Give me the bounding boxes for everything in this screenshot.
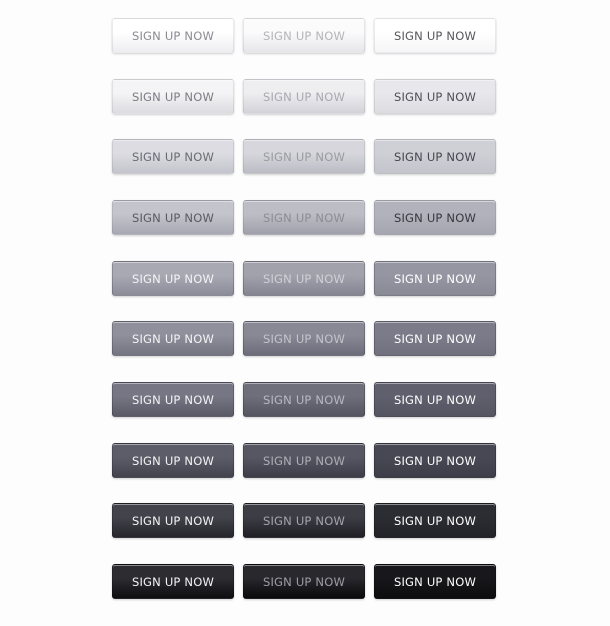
button-label: SIGN UP NOW: [393, 331, 477, 346]
button-label: SIGN UP NOW: [393, 513, 477, 528]
sign-up-button[interactable]: SIGN UP NOW: [374, 261, 496, 296]
button-label: SIGN UP NOW: [393, 453, 477, 468]
button-label: SIGN UP NOW: [262, 149, 346, 164]
sign-up-button[interactable]: SIGN UP NOW: [243, 261, 365, 296]
button-label: SIGN UP NOW: [131, 149, 215, 164]
button-label: SIGN UP NOW: [131, 89, 215, 104]
button-label: SIGN UP NOW: [262, 513, 346, 528]
sign-up-button[interactable]: SIGN UP NOW: [374, 139, 496, 174]
sign-up-button[interactable]: SIGN UP NOW: [112, 503, 234, 538]
button-label: SIGN UP NOW: [262, 574, 346, 589]
sign-up-button[interactable]: SIGN UP NOW: [374, 79, 496, 114]
sign-up-button[interactable]: SIGN UP NOW: [112, 200, 234, 235]
sign-up-button[interactable]: SIGN UP NOW: [243, 18, 365, 53]
sign-up-button[interactable]: SIGN UP NOW: [112, 18, 234, 53]
button-label: SIGN UP NOW: [393, 210, 477, 225]
button-grid: SIGN UP NOW SIGN UP NOW SIGN UP NOW SIGN…: [0, 0, 610, 626]
button-label: SIGN UP NOW: [262, 392, 346, 407]
button-label: SIGN UP NOW: [393, 392, 477, 407]
sign-up-button[interactable]: SIGN UP NOW: [243, 79, 365, 114]
button-label: SIGN UP NOW: [131, 453, 215, 468]
button-label: SIGN UP NOW: [131, 392, 215, 407]
button-label: SIGN UP NOW: [393, 271, 477, 286]
sign-up-button[interactable]: SIGN UP NOW: [112, 443, 234, 478]
button-label: SIGN UP NOW: [262, 89, 346, 104]
button-label: SIGN UP NOW: [131, 574, 215, 589]
sign-up-button[interactable]: SIGN UP NOW: [374, 503, 496, 538]
sign-up-button[interactable]: SIGN UP NOW: [112, 261, 234, 296]
sign-up-button[interactable]: SIGN UP NOW: [243, 564, 365, 599]
sign-up-button[interactable]: SIGN UP NOW: [243, 200, 365, 235]
sign-up-button[interactable]: SIGN UP NOW: [112, 79, 234, 114]
button-label: SIGN UP NOW: [131, 28, 215, 43]
button-label: SIGN UP NOW: [262, 271, 346, 286]
sign-up-button[interactable]: SIGN UP NOW: [374, 200, 496, 235]
sign-up-button[interactable]: SIGN UP NOW: [112, 139, 234, 174]
button-label: SIGN UP NOW: [131, 513, 215, 528]
button-label: SIGN UP NOW: [262, 453, 346, 468]
button-label: SIGN UP NOW: [262, 331, 346, 346]
sign-up-button[interactable]: SIGN UP NOW: [374, 564, 496, 599]
sign-up-button[interactable]: SIGN UP NOW: [374, 18, 496, 53]
button-label: SIGN UP NOW: [131, 331, 215, 346]
sign-up-button[interactable]: SIGN UP NOW: [243, 443, 365, 478]
button-label: SIGN UP NOW: [393, 89, 477, 104]
button-label: SIGN UP NOW: [131, 271, 215, 286]
sign-up-button[interactable]: SIGN UP NOW: [243, 321, 365, 356]
button-label: SIGN UP NOW: [393, 149, 477, 164]
button-label: SIGN UP NOW: [393, 574, 477, 589]
sign-up-button[interactable]: SIGN UP NOW: [243, 139, 365, 174]
button-label: SIGN UP NOW: [262, 210, 346, 225]
sign-up-button[interactable]: SIGN UP NOW: [112, 382, 234, 417]
sign-up-button[interactable]: SIGN UP NOW: [374, 382, 496, 417]
sign-up-button[interactable]: SIGN UP NOW: [112, 564, 234, 599]
button-label: SIGN UP NOW: [393, 28, 477, 43]
sign-up-button[interactable]: SIGN UP NOW: [374, 443, 496, 478]
sign-up-button[interactable]: SIGN UP NOW: [112, 321, 234, 356]
button-label: SIGN UP NOW: [262, 28, 346, 43]
button-label: SIGN UP NOW: [131, 210, 215, 225]
sign-up-button[interactable]: SIGN UP NOW: [374, 321, 496, 356]
sign-up-button[interactable]: SIGN UP NOW: [243, 503, 365, 538]
sign-up-button[interactable]: SIGN UP NOW: [243, 382, 365, 417]
